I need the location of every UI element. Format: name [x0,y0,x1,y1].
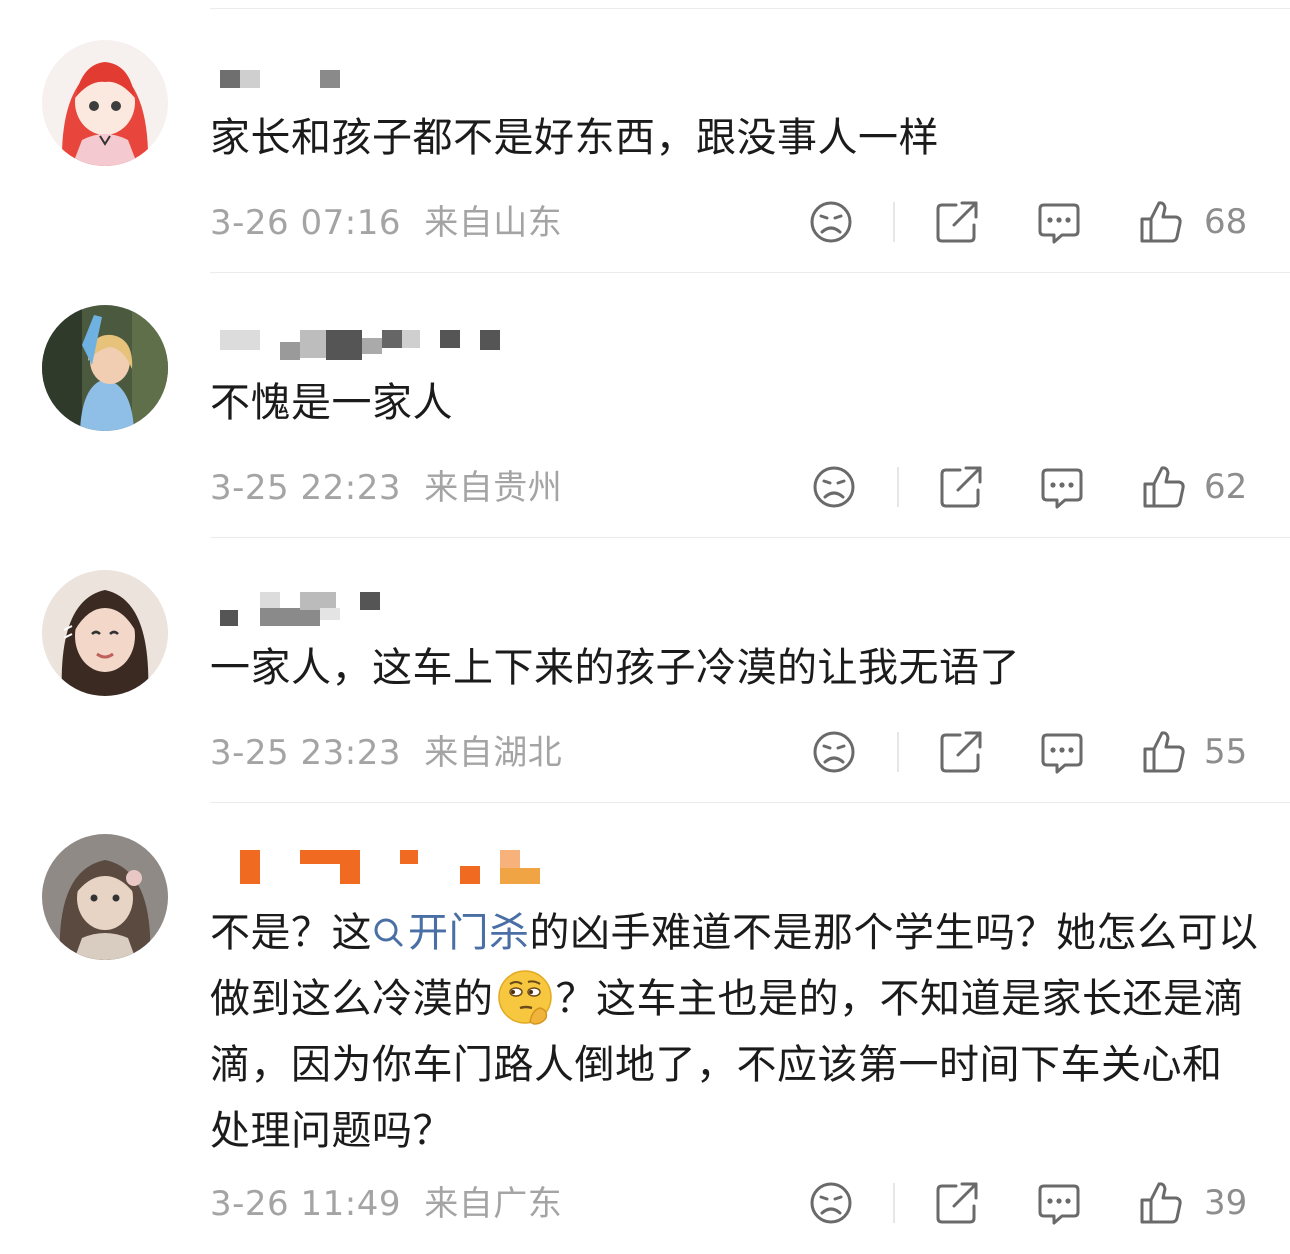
comment-time: 3-26 11:49 [210,1184,401,1224]
reply-button[interactable] [1036,1178,1082,1228]
comment-text: 家长和孩子都不是好东西，跟没事人一样 [210,115,939,161]
reply-button[interactable] [1039,462,1085,512]
avatar[interactable] [42,834,168,960]
share-button[interactable] [938,727,984,777]
comment-text: 一家人，这车上下来的孩子冷漠的让我无语了 [210,645,1020,691]
comment-meta: 3-25 23:23 来自湖北 [210,731,562,775]
share-button[interactable] [934,1178,980,1228]
username-redacted[interactable] [214,846,574,884]
comment-time: 3-25 22:23 [210,468,401,508]
comment-time: 3-25 23:23 [210,733,401,773]
comment-time: 3-26 07:16 [210,203,401,243]
username-redacted[interactable] [214,66,574,102]
action-separator [893,1183,895,1223]
search-icon [374,918,403,947]
like-button[interactable] [1138,197,1184,247]
topic-link[interactable]: 开门杀 [372,910,530,956]
dislike-button[interactable] [811,462,857,512]
comment-meta: 3-25 22:23 来自贵州 [210,466,562,510]
topic-link-label: 开门杀 [408,910,530,956]
top-divider [210,8,1290,9]
comment-location: 来自山东 [424,203,563,243]
like-count: 62 [1204,467,1248,507]
like-count: 39 [1204,1183,1248,1223]
comment-divider [210,802,1290,803]
dislike-button[interactable] [811,727,857,777]
comment-meta: 3-26 11:49 来自广东 [210,1182,562,1226]
comment-actions: 55 [800,727,1260,777]
dislike-button[interactable] [808,1178,854,1228]
share-button[interactable] [938,462,984,512]
comment-text-part: 不是？这 [210,910,372,956]
comment-actions: 62 [800,462,1260,512]
username-redacted[interactable] [214,590,574,626]
comment-actions: 68 [800,197,1260,247]
comment-divider [210,272,1290,273]
comment-text: 不愧是一家人 [210,380,453,426]
avatar[interactable] [42,40,168,166]
avatar[interactable] [42,305,168,431]
like-count: 68 [1204,202,1248,242]
like-button[interactable] [1141,462,1187,512]
comment-location: 来自广东 [424,1184,563,1224]
action-separator [897,467,899,507]
like-button[interactable] [1138,1178,1184,1228]
username-redacted[interactable] [214,326,574,362]
reply-button[interactable] [1039,727,1085,777]
comment-location: 来自贵州 [424,468,563,508]
dislike-button[interactable] [808,197,854,247]
like-button[interactable] [1141,727,1187,777]
reply-button[interactable] [1036,197,1082,247]
thinking-face-emoji [497,970,552,1025]
comment-actions: 39 [800,1178,1260,1228]
comment-text: 不是？这 开门杀的凶手难道不是那个学生吗？她怎么可以做到这么冷漠的 ？这车主也是的，… [210,900,1260,1164]
action-separator [893,202,895,242]
avatar[interactable] [42,570,168,696]
comment-location: 来自湖北 [424,733,563,773]
comment-meta: 3-26 07:16 来自山东 [210,201,562,245]
share-button[interactable] [934,197,980,247]
action-separator [897,732,899,772]
like-count: 55 [1204,732,1248,772]
comment-divider [210,537,1290,538]
